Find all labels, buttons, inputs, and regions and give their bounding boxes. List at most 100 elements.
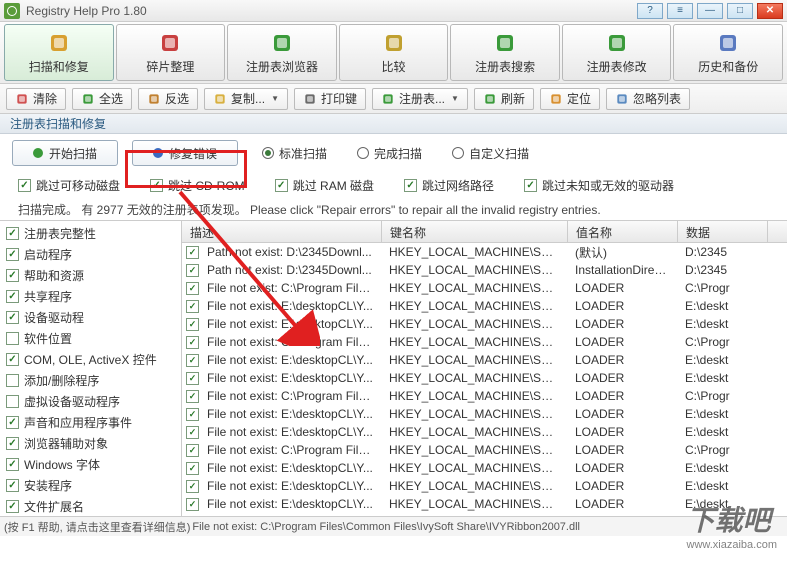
category-item[interactable]: 帮助和资源	[0, 265, 181, 286]
row-checkbox-icon[interactable]	[186, 282, 199, 295]
subbtn-clear[interactable]: 清除	[6, 88, 66, 110]
settings-button[interactable]: ≡	[667, 3, 693, 19]
cell-desc: File not exist: C:\Program Files...	[199, 335, 381, 349]
main-toolbar: 扫描和修复碎片整理 注册表浏览器比较注册表搜索注册表修改历史和备份	[0, 22, 787, 84]
maximize-button[interactable]: □	[727, 3, 753, 19]
checkbox-icon	[6, 269, 19, 282]
row-checkbox-icon[interactable]	[186, 300, 199, 313]
row-checkbox-icon[interactable]	[186, 426, 199, 439]
main-tab-browse[interactable]: 注册表浏览器	[227, 24, 337, 81]
skip-option[interactable]: 跳过网络路径	[404, 177, 494, 194]
radio-icon	[262, 147, 274, 159]
results-rows[interactable]: Path not exist: D:\2345Downl...HKEY_LOCA…	[182, 243, 787, 516]
column-header[interactable]: 数据	[678, 221, 768, 242]
category-item[interactable]: 安装程序	[0, 475, 181, 496]
table-row[interactable]: File not exist: E:\desktopCL\Y...HKEY_LO…	[182, 459, 787, 477]
subbtn-print[interactable]: 打印键	[294, 88, 366, 110]
subbtn-ignore[interactable]: 忽略列表	[606, 88, 690, 110]
column-header[interactable]: 描述	[182, 221, 382, 242]
category-item[interactable]: COM, OLE, ActiveX 控件	[0, 349, 181, 370]
main-tab-label: 碎片整理	[146, 58, 194, 75]
start-scan-button[interactable]: 开始扫描	[12, 140, 118, 166]
row-checkbox-icon[interactable]	[186, 336, 199, 349]
row-checkbox-icon[interactable]	[186, 480, 199, 493]
cell-key: HKEY_LOCAL_MACHINE\SOFT...	[381, 407, 567, 421]
scan-mode-radio[interactable]: 标准扫描	[262, 145, 327, 162]
main-tab-edit[interactable]: 注册表修改	[562, 24, 672, 81]
category-label: 声音和应用程序事件	[24, 414, 132, 431]
table-row[interactable]: Path not exist: D:\2345Downl...HKEY_LOCA…	[182, 243, 787, 261]
category-item[interactable]: 设备驱动程	[0, 307, 181, 328]
table-row[interactable]: File not exist: C:\Program Files...HKEY_…	[182, 279, 787, 297]
category-item[interactable]: 软件位置	[0, 328, 181, 349]
section-header: 注册表扫描和修复	[0, 114, 787, 134]
table-row[interactable]: File not exist: C:\Program Files...HKEY_…	[182, 387, 787, 405]
repair-errors-button[interactable]: 修复错误	[132, 140, 238, 166]
table-row[interactable]: File not exist: C:\Program Files...HKEY_…	[182, 333, 787, 351]
subbtn-invert[interactable]: 反选	[138, 88, 198, 110]
checkbox-icon	[6, 227, 19, 240]
category-item[interactable]: 浏览器辅助对象	[0, 433, 181, 454]
table-row[interactable]: File not exist: E:\desktopCL\Y...HKEY_LO…	[182, 369, 787, 387]
skip-option[interactable]: 跳过可移动磁盘	[18, 177, 120, 194]
category-item[interactable]: Windows 字体	[0, 454, 181, 475]
table-row[interactable]: File not exist: E:\desktopCL\Y...HKEY_LO…	[182, 297, 787, 315]
minimize-button[interactable]: —	[697, 3, 723, 19]
category-item[interactable]: 启动程序	[0, 244, 181, 265]
scan-mode-radio[interactable]: 完成扫描	[357, 145, 422, 162]
row-checkbox-icon[interactable]	[186, 390, 199, 403]
table-row[interactable]: File not exist: E:\desktopCL\Y...HKEY_LO…	[182, 495, 787, 513]
main-tab-compare[interactable]: 比较	[339, 24, 449, 81]
subbtn-selall[interactable]: 全选	[72, 88, 132, 110]
scan-mode-radio[interactable]: 自定义扫描	[452, 145, 529, 162]
table-row[interactable]: File not exist: E:\desktopCL\Y...HKEY_LO…	[182, 351, 787, 369]
table-row[interactable]: File not exist: E:\desktopCL\Y...HKEY_LO…	[182, 405, 787, 423]
row-checkbox-icon[interactable]	[186, 498, 199, 511]
close-button[interactable]: ✕	[757, 3, 783, 19]
cell-data: D:\2345	[677, 245, 767, 259]
skip-option[interactable]: 跳过 RAM 磁盘	[275, 177, 374, 194]
subbtn-goto[interactable]: 定位	[540, 88, 600, 110]
skip-option[interactable]: 跳过未知或无效的驱动器	[524, 177, 674, 194]
help-button[interactable]: ?	[637, 3, 663, 19]
table-row[interactable]: File not exist: E:\desktopCL\Y...HKEY_LO…	[182, 315, 787, 333]
column-header[interactable]: 值名称	[568, 221, 678, 242]
cell-data: C:\Progr	[677, 281, 767, 295]
category-item[interactable]: 共享程序	[0, 286, 181, 307]
cell-key: HKEY_LOCAL_MACHINE\SOFT...	[381, 497, 567, 511]
skip-option[interactable]: 跳过 CD-ROM	[150, 177, 245, 194]
column-header[interactable]: 键名称	[382, 221, 568, 242]
row-checkbox-icon[interactable]	[186, 408, 199, 421]
checkbox-icon	[404, 179, 417, 192]
row-checkbox-icon[interactable]	[186, 462, 199, 475]
subbtn-reg[interactable]: 注册表...▼	[372, 88, 468, 110]
row-checkbox-icon[interactable]	[186, 264, 199, 277]
cell-value: LOADER	[567, 281, 677, 295]
row-checkbox-icon[interactable]	[186, 444, 199, 457]
category-item[interactable]: 添加/删除程序	[0, 370, 181, 391]
cell-key: HKEY_LOCAL_MACHINE\SOFT...	[381, 353, 567, 367]
table-row[interactable]: Path not exist: D:\2345Downl...HKEY_LOCA…	[182, 261, 787, 279]
category-item[interactable]: 虚拟设备驱动程序	[0, 391, 181, 412]
category-item[interactable]: 文件扩展名	[0, 496, 181, 516]
categories-pane[interactable]: 注册表完整性启动程序帮助和资源共享程序设备驱动程软件位置COM, OLE, Ac…	[0, 221, 182, 516]
table-row[interactable]: File not exist: C:\Program Files...HKEY_…	[182, 441, 787, 459]
main-tab-scan[interactable]: 扫描和修复	[4, 24, 114, 81]
row-checkbox-icon[interactable]	[186, 372, 199, 385]
row-checkbox-icon[interactable]	[186, 354, 199, 367]
subbtn-refresh[interactable]: 刷新	[474, 88, 534, 110]
row-checkbox-icon[interactable]	[186, 318, 199, 331]
category-item[interactable]: 声音和应用程序事件	[0, 412, 181, 433]
cell-desc: File not exist: E:\desktopCL\Y...	[199, 371, 381, 385]
subbtn-copy[interactable]: 复制...▼	[204, 88, 288, 110]
table-row[interactable]: File not exist: E:\desktopCL\Y...HKEY_LO…	[182, 477, 787, 495]
main-tab-defrag[interactable]: 碎片整理	[116, 24, 226, 81]
main-tab-search[interactable]: 注册表搜索	[450, 24, 560, 81]
checkbox-icon	[6, 479, 19, 492]
main-tab-backup[interactable]: 历史和备份	[673, 24, 783, 81]
status-help-hint[interactable]: (按 F1 帮助, 请点击这里查看详细信息)	[4, 519, 190, 535]
table-row[interactable]: File not exist: E:\desktopCL\Y...HKEY_LO…	[182, 423, 787, 441]
category-item[interactable]: 注册表完整性	[0, 223, 181, 244]
gear-icon	[153, 148, 163, 158]
row-checkbox-icon[interactable]	[186, 246, 199, 259]
